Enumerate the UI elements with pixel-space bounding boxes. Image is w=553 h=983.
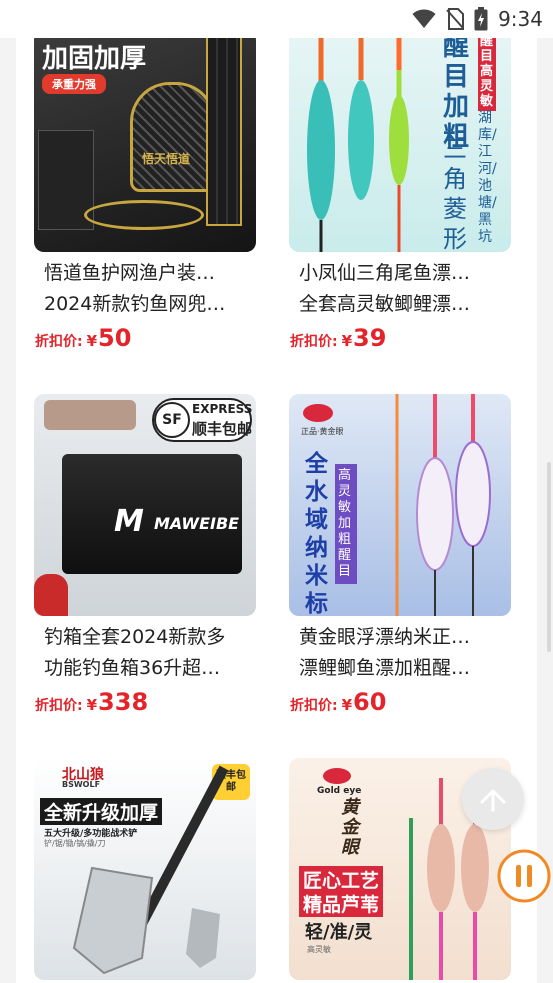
product-title[interactable]: 悟道鱼护网渔户装… 2024新款钓鱼网兜… — [34, 258, 256, 320]
person-graphic — [34, 574, 68, 616]
image-side-label: 醒目高灵敏 — [478, 32, 496, 111]
image-brand-logo: M — [114, 504, 144, 539]
price-row: 折扣价: ¥ 50 — [34, 324, 256, 352]
express-cn: 顺丰包邮 — [192, 420, 253, 438]
product-card[interactable]: 北山狼 BSWOLF 全新升级加厚 五大升级/多功能战术铲 铲/锯/锄/镐/撬/… — [34, 758, 256, 983]
price-row: 折扣价: ¥ 39 — [289, 324, 511, 352]
product-image[interactable]: 正品·黄金眼 全水域纳米标 高灵敏 加粗醒目 — [289, 394, 511, 616]
currency-symbol: ¥ — [341, 696, 353, 714]
product-title[interactable]: 小凤仙三角尾鱼漂… 全套高灵敏鲫鲤漂… — [289, 258, 511, 320]
image-brand-text: 悟天悟道 — [142, 152, 191, 166]
price-row: 折扣价: ¥ 60 — [289, 688, 511, 716]
scrollbar[interactable] — [547, 462, 551, 652]
product-image[interactable]: 加固加厚 承重力强 悟天悟道 — [34, 30, 256, 252]
product-card[interactable]: 醒目加粗 醒目高灵敏 三角菱形尾 湖库/江河/池塘/黑坑 小凤仙三角尾鱼漂… 全… — [289, 30, 511, 352]
express-en: EXPRESS — [192, 402, 253, 416]
currency-symbol: ¥ — [341, 332, 353, 350]
currency-symbol: ¥ — [86, 332, 98, 350]
sf-logo: SF — [154, 402, 190, 438]
shovel-graphic — [72, 765, 229, 975]
product-title[interactable]: 黄金眼浮漂纳米正… 漂鲤鲫鱼漂加粗醒… — [289, 622, 511, 684]
price-label: 折扣价: — [35, 698, 83, 714]
price-row: 折扣价: ¥ 338 — [34, 688, 256, 716]
tray-graphic — [44, 400, 136, 430]
product-image[interactable]: 北山狼 BSWOLF 全新升级加厚 五大升级/多功能战术铲 铲/锯/锄/镐/撬/… — [34, 758, 256, 980]
currency-symbol: ¥ — [86, 696, 98, 714]
price-value: 338 — [98, 688, 149, 716]
price-label: 折扣价: — [290, 334, 338, 350]
price-label: 折扣价: — [290, 698, 338, 714]
image-banner-text: 加固加厚 — [42, 44, 147, 74]
tube-graphic — [206, 36, 242, 226]
status-bar: 9:34 — [0, 0, 553, 38]
arrow-up-icon — [480, 789, 506, 812]
ring-graphic — [84, 200, 204, 230]
image-sub-text: 三角菱形尾 — [443, 135, 467, 252]
product-card[interactable]: 加固加厚 承重力强 悟天悟道 悟道鱼护网渔户装… 2024新款钓鱼网兜… 折扣价… — [34, 30, 256, 352]
image-side-text: 湖库/江河/池塘/黑坑 — [478, 110, 497, 245]
battery-icon — [474, 7, 488, 31]
image-brand-text: MAWEIBE — [154, 514, 240, 533]
product-image[interactable]: 醒目加粗 醒目高灵敏 三角菱形尾 湖库/江河/池塘/黑坑 — [289, 30, 511, 252]
product-card[interactable]: 正品·黄金眼 全水域纳米标 高灵敏 加粗醒目 黄金眼浮漂纳米正… 漂鲤鲫鱼漂加粗… — [289, 394, 511, 716]
wifi-icon — [412, 9, 436, 28]
float-graphic — [395, 394, 491, 616]
net-graphic — [130, 82, 216, 192]
no-sim-icon — [446, 8, 465, 30]
price-label: 折扣价: — [35, 334, 83, 350]
price-value: 50 — [98, 324, 132, 352]
price-value: 39 — [353, 324, 387, 352]
product-card[interactable]: MAWEIBE M SF EXPRESS 顺丰包邮 钓箱全套2024新款多 功能… — [34, 394, 256, 716]
image-tag: 承重力强 — [42, 74, 106, 94]
product-grid: 加固加厚 承重力强 悟天悟道 悟道鱼护网渔户装… 2024新款钓鱼网兜… 折扣价… — [16, 0, 537, 983]
pause-button[interactable] — [495, 847, 553, 905]
pause-icon — [497, 849, 551, 903]
price-value: 60 — [353, 688, 387, 716]
product-image[interactable]: MAWEIBE M SF EXPRESS 顺丰包邮 — [34, 394, 256, 616]
product-title[interactable]: 钓箱全套2024新款多 功能钓鱼箱36升超… — [34, 622, 256, 684]
scroll-to-top-button[interactable] — [462, 768, 524, 830]
status-time: 9:34 — [498, 7, 543, 31]
